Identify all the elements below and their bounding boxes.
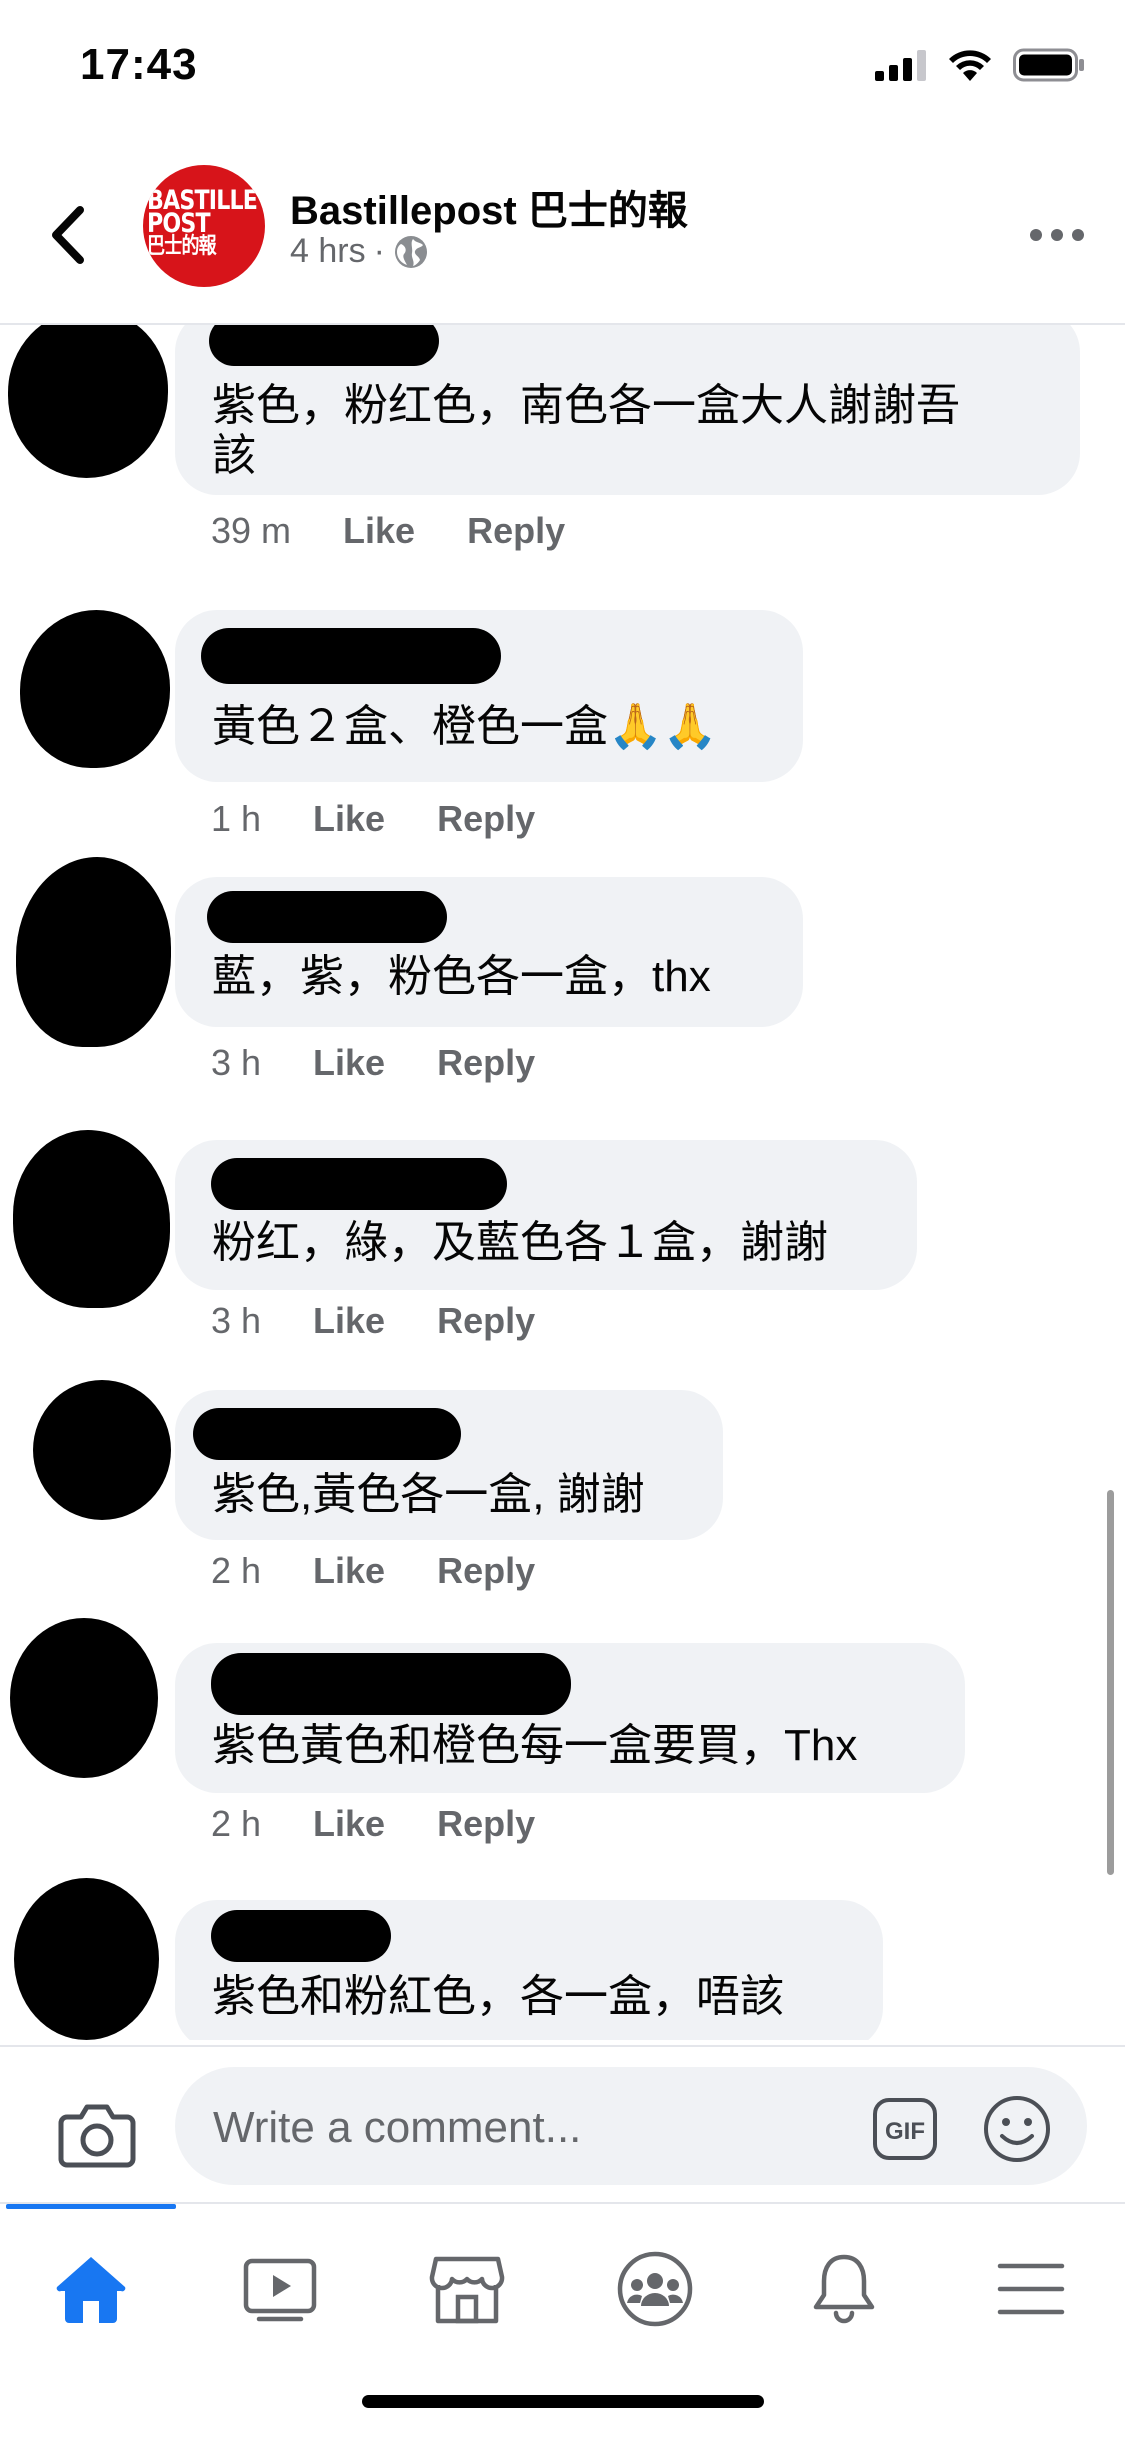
comment-bubble[interactable]: 紫色，粉红色，南色各一盒大人謝謝吾 該 [175, 325, 1080, 495]
home-indicator [362, 2395, 764, 2408]
more-options-icon[interactable] [1027, 220, 1087, 250]
comment-time: 2 h [211, 1550, 262, 1591]
comment-bubble[interactable]: 藍，紫，粉色各一盒，thx [175, 877, 803, 1027]
comment-item: 紫色黃色和橙色每一盒要買，Thx 2 h Like Reply [0, 1618, 1125, 1848]
like-button[interactable]: Like [313, 1550, 385, 1592]
comment-item: 紫色，粉红色，南色各一盒大人謝謝吾 該 39 m Like Reply [0, 325, 1125, 570]
comment-text: 紫色，粉红色，南色各一盒大人謝謝吾 [212, 381, 960, 430]
active-tab-indicator [6, 2204, 176, 2209]
reply-button[interactable]: Reply [437, 1300, 535, 1342]
comment-item: 紫色,黃色各一盒, 謝謝 2 h Like Reply [0, 1380, 1125, 1600]
comment-input[interactable]: Write a comment... GIF [175, 2067, 1087, 2185]
groups-icon [617, 2251, 693, 2327]
comment-item: 藍，紫，粉色各一盒，thx 3 h Like Reply [0, 857, 1125, 1083]
comment-text: 紫色和粉紅色，各一盒，唔該 [212, 1972, 784, 2021]
commenter-avatar[interactable] [14, 1878, 159, 2040]
comment-bubble[interactable]: 紫色和粉紅色，各一盒，唔該 [175, 1900, 883, 2040]
commenter-name-redacted [209, 325, 439, 366]
comment-input-placeholder: Write a comment... [213, 2103, 582, 2152]
commenter-avatar[interactable] [20, 610, 170, 768]
back-arrow-icon[interactable] [44, 200, 94, 270]
comment-text: 黃色２盒、橙色一盒🙏🙏 [212, 702, 718, 751]
like-button[interactable]: Like [313, 1803, 385, 1845]
post-header: BASTILLE POST 巴士的報 Bastillepost 巴士的報 4 h… [0, 140, 1125, 325]
comment-text: 粉红，綠，及藍色各１盒，謝謝 [212, 1218, 828, 1267]
commenter-avatar[interactable] [8, 325, 168, 478]
reply-button[interactable]: Reply [437, 1803, 535, 1845]
comment-composer: Write a comment... GIF [0, 2045, 1125, 2202]
page-name[interactable]: Bastillepost 巴士的報 [290, 178, 688, 236]
comment-text: 紫色,黃色各一盒, 謝謝 [212, 1470, 645, 1519]
comment-time: 39 m [211, 510, 292, 551]
status-icons [875, 48, 1085, 82]
comment-bubble[interactable]: 紫色黃色和橙色每一盒要買，Thx [175, 1643, 965, 1793]
cellular-signal-icon [875, 50, 926, 81]
post-meta: 4 hrs · [290, 232, 429, 271]
comment-actions: 1 h Like Reply [211, 798, 535, 840]
commenter-name-redacted [201, 628, 501, 684]
comment-time: 2 h [211, 1803, 262, 1844]
comment-text: 紫色黃色和橙色每一盒要買，Thx [212, 1721, 858, 1770]
tab-notifications[interactable] [784, 2234, 904, 2344]
bell-icon [813, 2254, 875, 2324]
commenter-name-redacted [211, 1158, 507, 1210]
like-button[interactable]: Like [313, 1042, 385, 1084]
gif-icon[interactable]: GIF [872, 2097, 938, 2161]
like-button[interactable]: Like [313, 798, 385, 840]
page-logo[interactable]: BASTILLE POST 巴士的報 [143, 165, 265, 287]
like-button[interactable]: Like [313, 1300, 385, 1342]
tab-home[interactable] [31, 2234, 151, 2344]
comment-time: 1 h [211, 798, 262, 839]
reply-button[interactable]: Reply [437, 1550, 535, 1592]
like-button[interactable]: Like [343, 510, 415, 552]
commenter-name-redacted [193, 1408, 461, 1460]
commenter-avatar[interactable] [33, 1380, 171, 1520]
home-icon [56, 2257, 126, 2323]
scrollbar-thumb[interactable] [1107, 1490, 1114, 1875]
comment-actions: 3 h Like Reply [211, 1300, 535, 1342]
commenter-name-redacted [211, 1653, 571, 1715]
commenter-name-redacted [207, 891, 447, 943]
svg-text:GIF: GIF [885, 2118, 925, 2145]
comment-bubble[interactable]: 粉红，綠，及藍色各１盒，謝謝 [175, 1140, 917, 1290]
comment-item: 粉红，綠，及藍色各１盒，謝謝 3 h Like Reply [0, 1130, 1125, 1350]
comment-bubble[interactable]: 紫色,黃色各一盒, 謝謝 [175, 1390, 723, 1540]
commenter-avatar[interactable] [10, 1618, 158, 1778]
status-bar: 17:43 [0, 0, 1125, 140]
comment-text: 藍，紫，粉色各一盒，thx [212, 952, 711, 1001]
reply-button[interactable]: Reply [437, 798, 535, 840]
tab-menu[interactable] [971, 2234, 1091, 2344]
menu-icon [997, 2263, 1065, 2315]
status-time: 17:43 [80, 40, 198, 89]
comment-actions: 39 m Like Reply [211, 510, 565, 552]
wifi-icon [949, 50, 991, 81]
reply-button[interactable]: Reply [437, 1042, 535, 1084]
tab-watch[interactable] [220, 2234, 340, 2344]
battery-icon [1013, 48, 1084, 82]
comment-actions: 3 h Like Reply [211, 1042, 535, 1084]
comment-time: 3 h [211, 1042, 262, 1083]
camera-icon[interactable] [57, 2097, 137, 2172]
commenter-name-redacted [211, 1910, 391, 1962]
emoji-icon[interactable] [982, 2094, 1052, 2164]
comment-text: 該 [212, 431, 256, 480]
comments-list: 紫色，粉红色，南色各一盒大人謝謝吾 該 39 m Like Reply 黃色２盒… [0, 325, 1125, 2040]
post-time: 4 hrs [290, 232, 366, 270]
commenter-avatar[interactable] [16, 857, 171, 1047]
globe-icon [394, 235, 427, 268]
comment-bubble[interactable]: 黃色２盒、橙色一盒🙏🙏 [175, 610, 803, 782]
reply-button[interactable]: Reply [467, 510, 565, 552]
tab-groups[interactable] [595, 2234, 715, 2344]
marketplace-icon [429, 2256, 505, 2324]
logo-text: BASTILLE POST 巴士的報 [147, 185, 258, 259]
comment-item: 紫色和粉紅色，各一盒，唔該 [0, 1878, 1125, 2040]
comment-time: 3 h [211, 1300, 262, 1341]
comment-item: 黃色２盒、橙色一盒🙏🙏 1 h Like Reply [0, 610, 1125, 840]
comment-actions: 2 h Like Reply [211, 1550, 535, 1592]
video-icon [243, 2258, 317, 2322]
meta-separator: · [373, 232, 385, 270]
comment-actions: 2 h Like Reply [211, 1803, 535, 1845]
tab-marketplace[interactable] [407, 2234, 527, 2344]
commenter-avatar[interactable] [13, 1130, 170, 1308]
